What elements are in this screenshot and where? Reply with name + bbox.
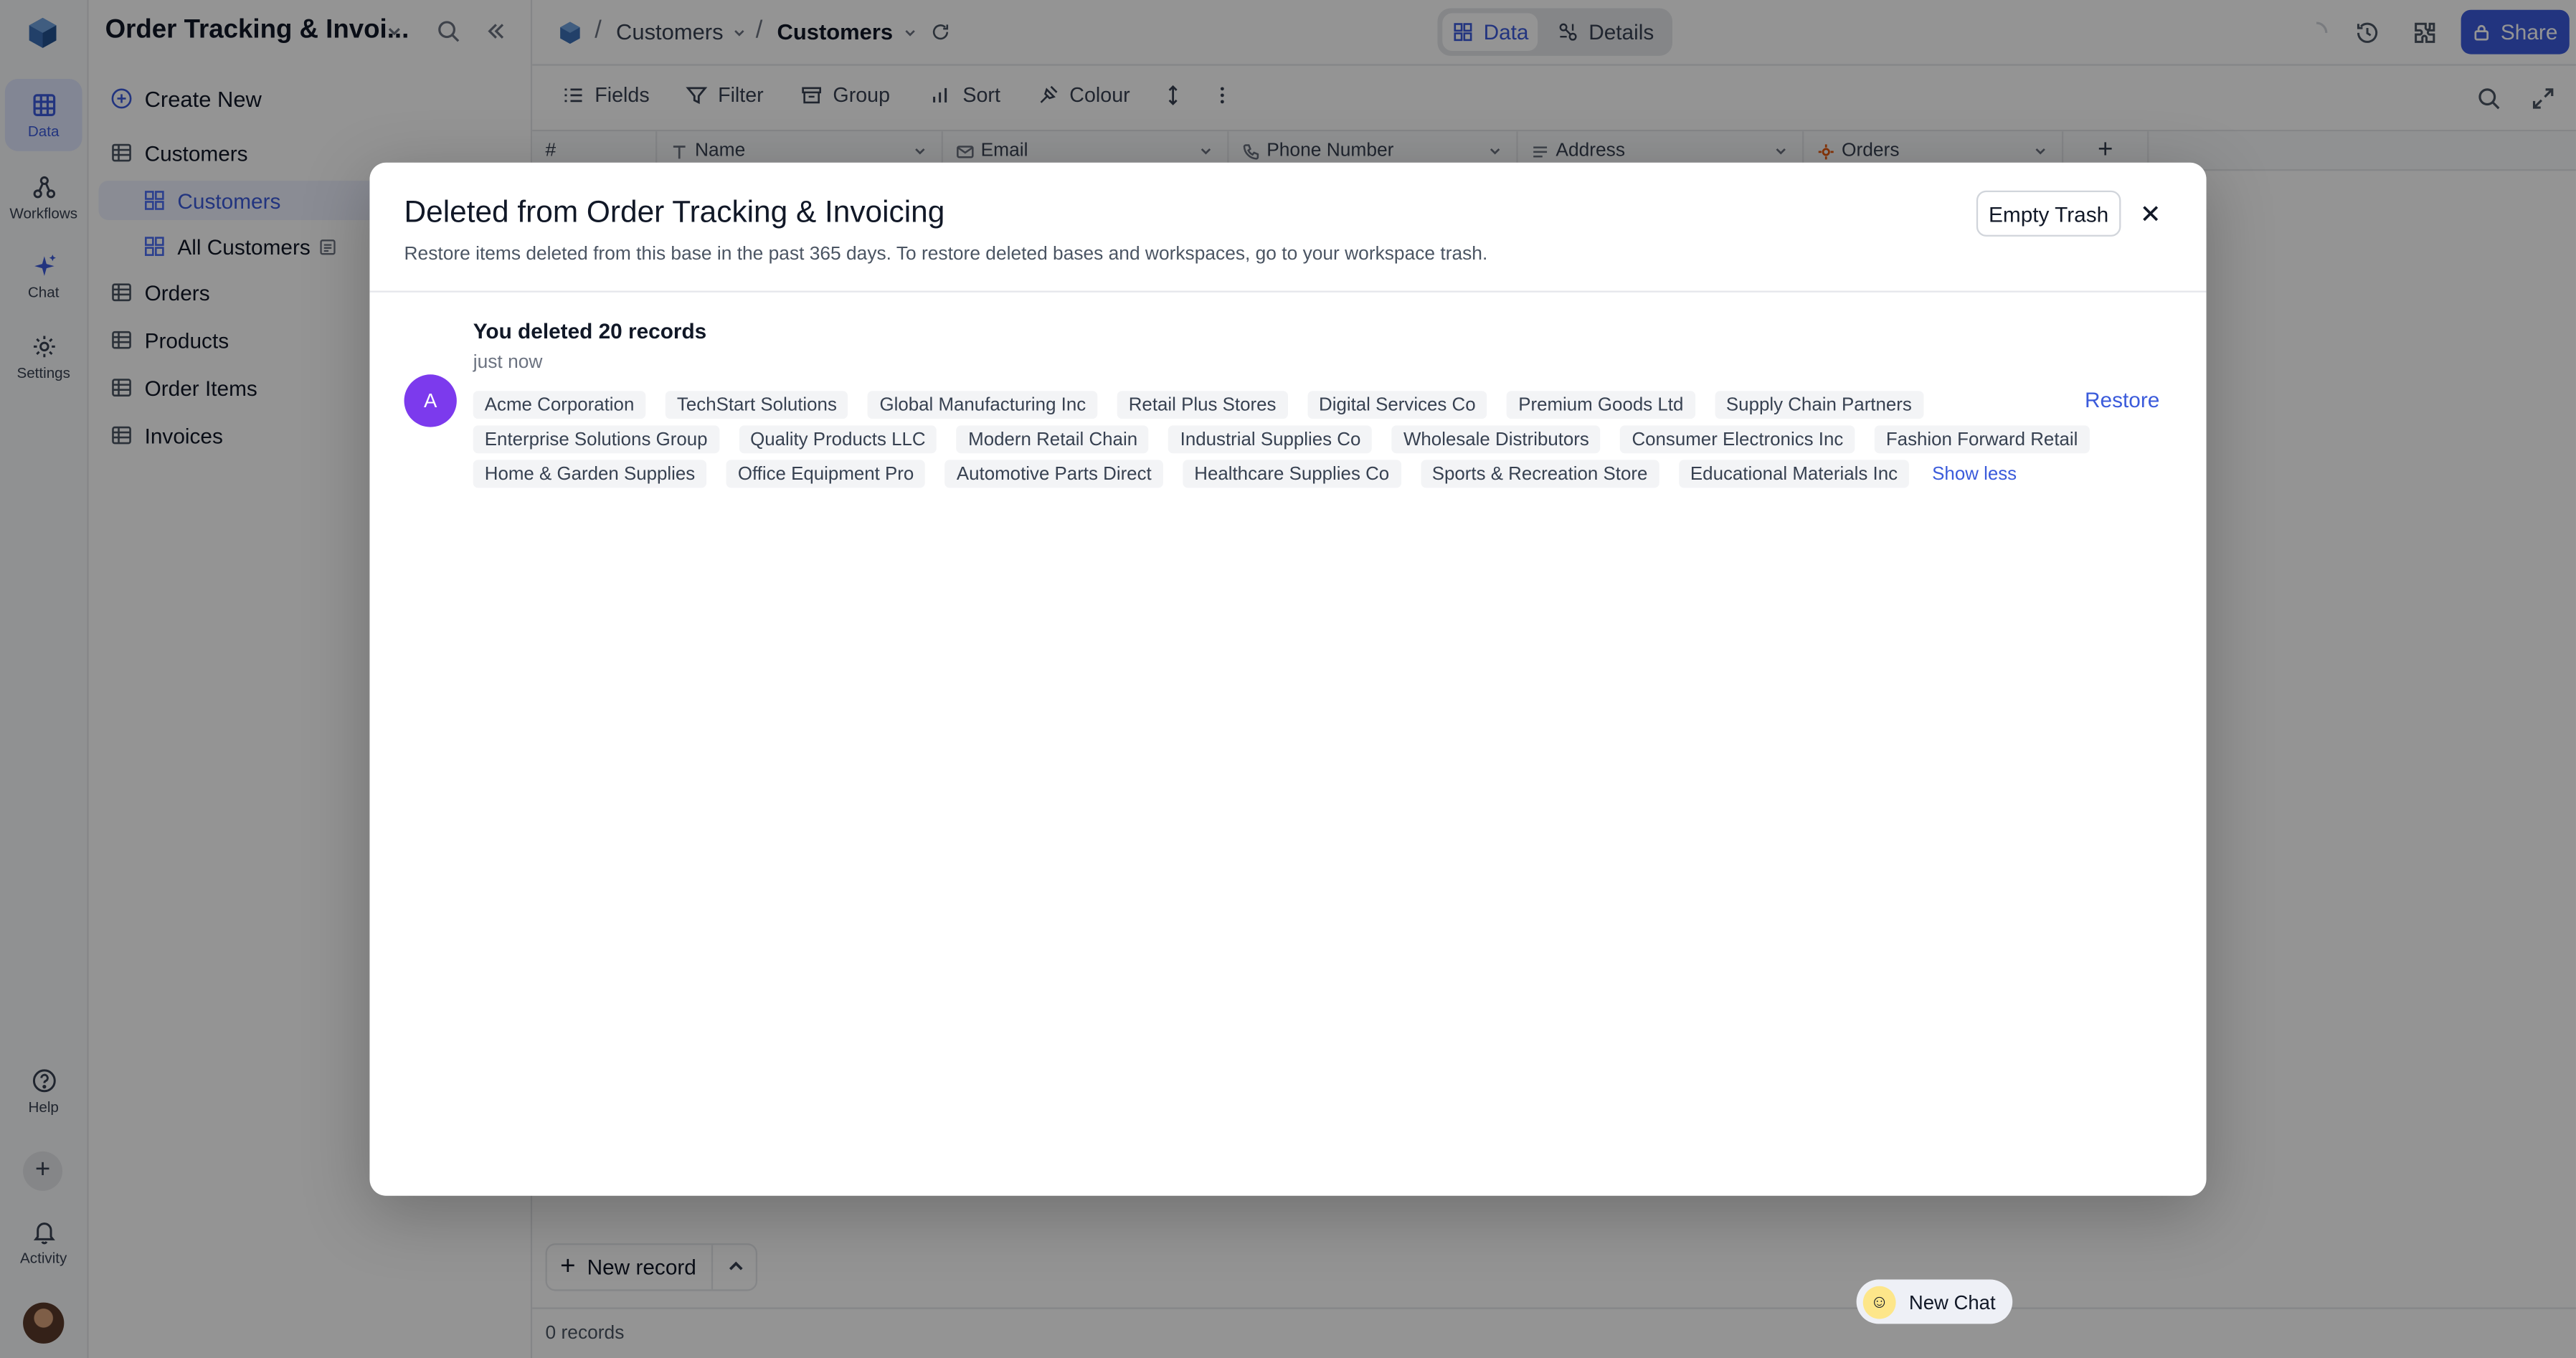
record-tag: Digital Services Co xyxy=(1307,391,1487,419)
record-tag: Office Equipment Pro xyxy=(726,460,926,488)
modal-title: Deleted from Order Tracking & Invoicing xyxy=(404,194,945,229)
deleted-record-list: Acme Corporation TechStart Solutions Glo… xyxy=(473,388,2090,491)
trash-modal: Deleted from Order Tracking & Invoicing … xyxy=(369,162,2207,1196)
record-tag: Modern Retail Chain xyxy=(957,425,1150,454)
record-tag: Sports & Recreation Store xyxy=(1420,460,1659,488)
tag-row: Acme Corporation TechStart Solutions Glo… xyxy=(473,388,2034,422)
tag-row: Home & Garden Supplies Office Equipment … xyxy=(473,457,2034,491)
record-tag: Global Manufacturing Inc xyxy=(868,391,1098,419)
record-tag: Quality Products LLC xyxy=(739,425,937,454)
record-tag: Educational Materials Inc xyxy=(1678,460,1910,488)
app-window: Data Workflows Chat Settings Help + Acti… xyxy=(0,0,2576,1358)
deleted-records-heading: You deleted 20 records xyxy=(473,318,707,343)
deleted-timestamp: just now xyxy=(473,353,543,374)
modal-divider xyxy=(369,290,2207,293)
user-avatar: A xyxy=(404,374,457,427)
restore-button[interactable]: Restore xyxy=(2085,388,2159,412)
record-tag: Acme Corporation xyxy=(473,391,646,419)
tag-row: Enterprise Solutions Group Quality Produ… xyxy=(473,422,2090,457)
record-tag: Consumer Electronics Inc xyxy=(1620,425,1855,454)
new-chat-button[interactable]: ☺ New Chat xyxy=(1856,1279,2013,1324)
record-tag: Fashion Forward Retail xyxy=(1874,425,2090,454)
record-tag: Premium Goods Ltd xyxy=(1507,391,1695,419)
record-tag: TechStart Solutions xyxy=(665,391,848,419)
new-chat-label: New Chat xyxy=(1908,1290,1996,1314)
record-tag: Automotive Parts Direct xyxy=(944,460,1163,488)
record-tag: Home & Garden Supplies xyxy=(473,460,707,488)
modal-subtitle: Restore items deleted from this base in … xyxy=(404,244,1488,265)
record-tag: Healthcare Supplies Co xyxy=(1183,460,1401,488)
record-tag: Supply Chain Partners xyxy=(1714,391,1923,419)
record-tag: Wholesale Distributors xyxy=(1391,425,1601,454)
empty-trash-button[interactable]: Empty Trash xyxy=(1976,190,2121,237)
record-tag: Retail Plus Stores xyxy=(1117,391,1288,419)
bot-avatar-icon: ☺ xyxy=(1862,1285,1896,1319)
record-tag: Enterprise Solutions Group xyxy=(473,425,719,454)
show-less-link[interactable]: Show less xyxy=(1932,464,2017,483)
record-tag: Industrial Supplies Co xyxy=(1168,425,1373,454)
close-icon[interactable] xyxy=(2139,202,2162,225)
